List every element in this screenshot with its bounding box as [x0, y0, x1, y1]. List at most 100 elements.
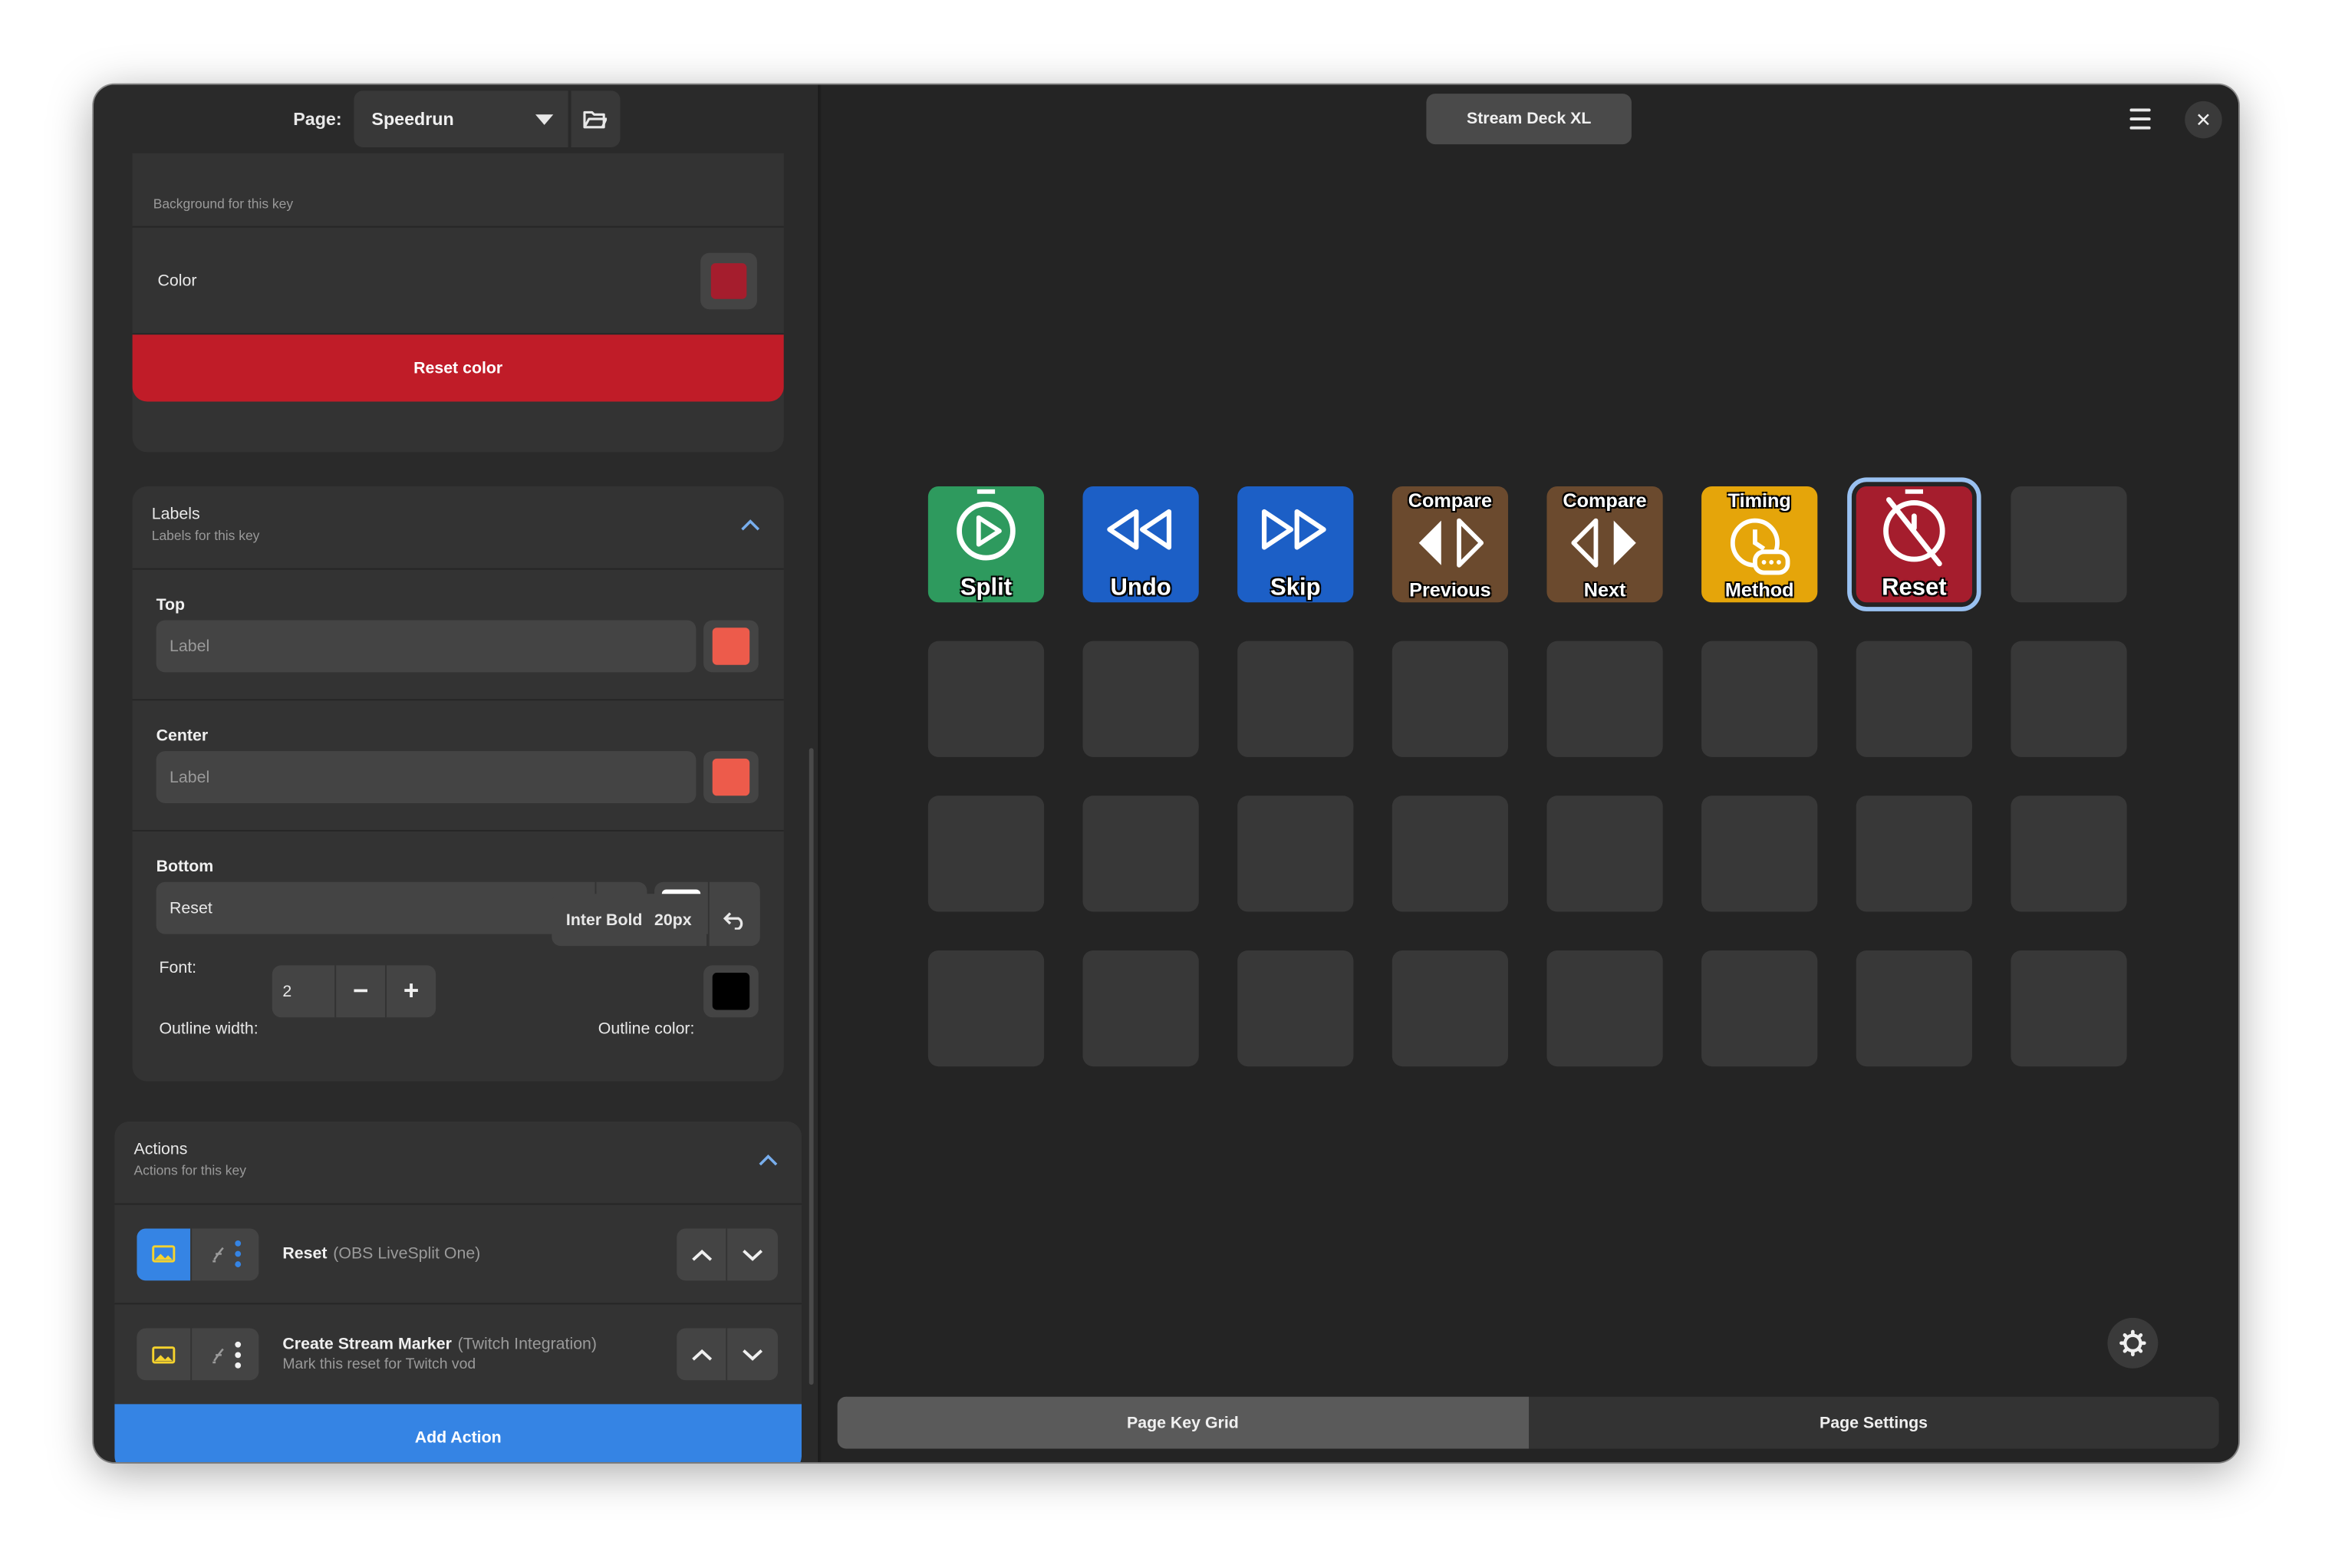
deck-key-undo[interactable]: Undo [1082, 486, 1199, 603]
key-bottom-label: Split [960, 575, 1013, 601]
deck-key-empty[interactable] [1082, 796, 1199, 912]
deck-key-empty[interactable] [1082, 641, 1199, 757]
image-mode-button[interactable] [137, 1328, 190, 1380]
image-mode-button[interactable] [137, 1227, 191, 1280]
deck-key-empty[interactable] [1391, 950, 1509, 1067]
deck-key-empty[interactable] [2011, 641, 2127, 757]
center-label-color-swatch [712, 758, 750, 796]
chevron-up-icon[interactable] [759, 1155, 778, 1167]
script-icon [212, 1247, 223, 1263]
deck-key-empty[interactable] [927, 641, 1045, 757]
top-label-input[interactable]: Label [156, 620, 697, 673]
action-options[interactable] [190, 1227, 259, 1280]
sidebar-scrollbar[interactable] [809, 748, 814, 1385]
deck-key-empty[interactable] [1082, 950, 1199, 1067]
deck-key-empty[interactable] [2011, 486, 2127, 603]
move-down-button[interactable] [727, 1328, 779, 1381]
deck-key-split[interactable]: Split [927, 486, 1045, 603]
deck-key-empty[interactable] [1237, 950, 1354, 1067]
deck-key-empty[interactable] [1237, 796, 1354, 912]
key-bottom-label: Method [1724, 578, 1794, 601]
action-mode-toggle [137, 1227, 259, 1280]
key-grid: Split Undo Skip Compare Previous Compare Next T… [927, 486, 2130, 1069]
font-chooser-button[interactable]: Inter Bold 20px [551, 894, 706, 947]
deck-tab[interactable]: Stream Deck XL [1426, 94, 1632, 145]
outline-color-button[interactable] [703, 965, 759, 1018]
center-label-color-button[interactable] [703, 751, 759, 804]
deck-key-empty[interactable] [2011, 796, 2127, 912]
deck-key-empty[interactable] [927, 950, 1045, 1067]
reset-color-button[interactable]: Reset color [132, 334, 784, 402]
action-row[interactable]: Create Stream Marker (Twitch Integration)… [114, 1304, 802, 1404]
deck-key-empty[interactable] [1546, 641, 1663, 757]
close-button[interactable]: ✕ [2185, 100, 2222, 139]
chevron-up-icon[interactable] [741, 519, 760, 532]
bottom-label-row: Bottom Reset [133, 832, 784, 1082]
page-dropdown[interactable]: Speedrun [354, 91, 568, 147]
decrement-button[interactable]: − [334, 965, 386, 1018]
deck-key-skip[interactable]: Skip [1237, 486, 1354, 603]
deck-key-empty[interactable] [1391, 641, 1509, 757]
key-bottom-label: Reset [1882, 575, 1947, 601]
move-down-button[interactable] [727, 1228, 779, 1281]
key-top-label: Compare [1563, 489, 1647, 512]
key-bottom-label: Undo [1110, 575, 1171, 601]
action-name: Create Stream Marker [282, 1336, 452, 1354]
top-label-title: Top [156, 596, 186, 614]
deck-key-next[interactable]: Compare Next [1546, 486, 1663, 603]
deck-key-empty[interactable] [2011, 950, 2127, 1067]
move-up-button[interactable] [677, 1228, 728, 1281]
page-label: Page: [293, 108, 342, 130]
tab-page-key-grid[interactable]: Page Key Grid [837, 1396, 1529, 1449]
background-color-button[interactable] [700, 252, 757, 309]
labels-header[interactable]: Labels Labels for this key [132, 486, 784, 570]
sidebar-scroll-area[interactable]: Background for this key Color Reset colo… [94, 153, 819, 1462]
key-bottom-label: Skip [1270, 575, 1321, 601]
deck-key-empty[interactable] [1856, 796, 1972, 912]
move-up-button[interactable] [677, 1328, 728, 1381]
bottom-label-input[interactable]: Reset [156, 881, 595, 934]
action-description: Mark this reset for Twitch vod [282, 1356, 476, 1373]
action-options[interactable] [190, 1328, 259, 1381]
labels-title: Labels [151, 506, 200, 524]
deck-key-empty[interactable] [1391, 796, 1509, 912]
deck-key-method[interactable]: Timing Method [1701, 486, 1818, 603]
action-reorder [677, 1228, 779, 1281]
key-settings-sidebar: Page: Speedrun Background for this key C… [94, 84, 820, 1462]
background-subtitle: Background for this key [153, 196, 294, 212]
deck-key-empty[interactable] [1546, 796, 1663, 912]
action-row[interactable]: Reset (OBS LiveSplit One) [114, 1205, 802, 1305]
deck-key-empty[interactable] [1546, 950, 1663, 1067]
font-label: Font: [159, 959, 197, 977]
deck-key-reset[interactable]: Reset [1856, 486, 1972, 603]
key-bottom-label: Next [1583, 578, 1626, 601]
add-action-button[interactable]: Add Action [114, 1404, 802, 1462]
deck-key-empty[interactable] [1701, 950, 1818, 1067]
top-label-color-button[interactable] [703, 620, 759, 673]
more-options-icon [234, 1340, 241, 1368]
action-reorder [677, 1328, 779, 1381]
page-view-switcher: Page Key Grid Page Settings [837, 1396, 2219, 1449]
deck-key-empty[interactable] [1237, 641, 1354, 757]
deck-settings-button[interactable] [2107, 1317, 2159, 1369]
deck-key-empty[interactable] [1701, 641, 1818, 757]
increment-button[interactable]: + [385, 965, 436, 1018]
deck-key-previous[interactable]: Compare Previous [1391, 486, 1509, 603]
chevron-down-icon [743, 1249, 763, 1260]
main-menu-button[interactable] [2118, 100, 2162, 138]
tab-page-settings[interactable]: Page Settings [1528, 1396, 2219, 1449]
page-selector: Page: Speedrun [94, 85, 819, 153]
deck-key-empty[interactable] [927, 796, 1045, 912]
outline-width-value[interactable]: 2 [272, 965, 335, 1018]
center-label-input[interactable]: Label [156, 751, 697, 804]
open-folder-button[interactable] [569, 91, 621, 147]
deck-key-empty[interactable] [1856, 950, 1972, 1067]
actions-header[interactable]: Actions Actions for this key [114, 1122, 802, 1205]
outline-width-label: Outline width: [159, 1020, 259, 1039]
image-icon [152, 1245, 176, 1263]
action-text: Reset (OBS LiveSplit One) [282, 1245, 480, 1263]
deck-key-empty[interactable] [1701, 796, 1818, 912]
deck-key-empty[interactable] [1856, 641, 1972, 757]
deck-area: Stream Deck XL ✕ Split Undo Skip Compare Pre… [821, 84, 2239, 1462]
font-reset-button[interactable] [707, 894, 760, 947]
